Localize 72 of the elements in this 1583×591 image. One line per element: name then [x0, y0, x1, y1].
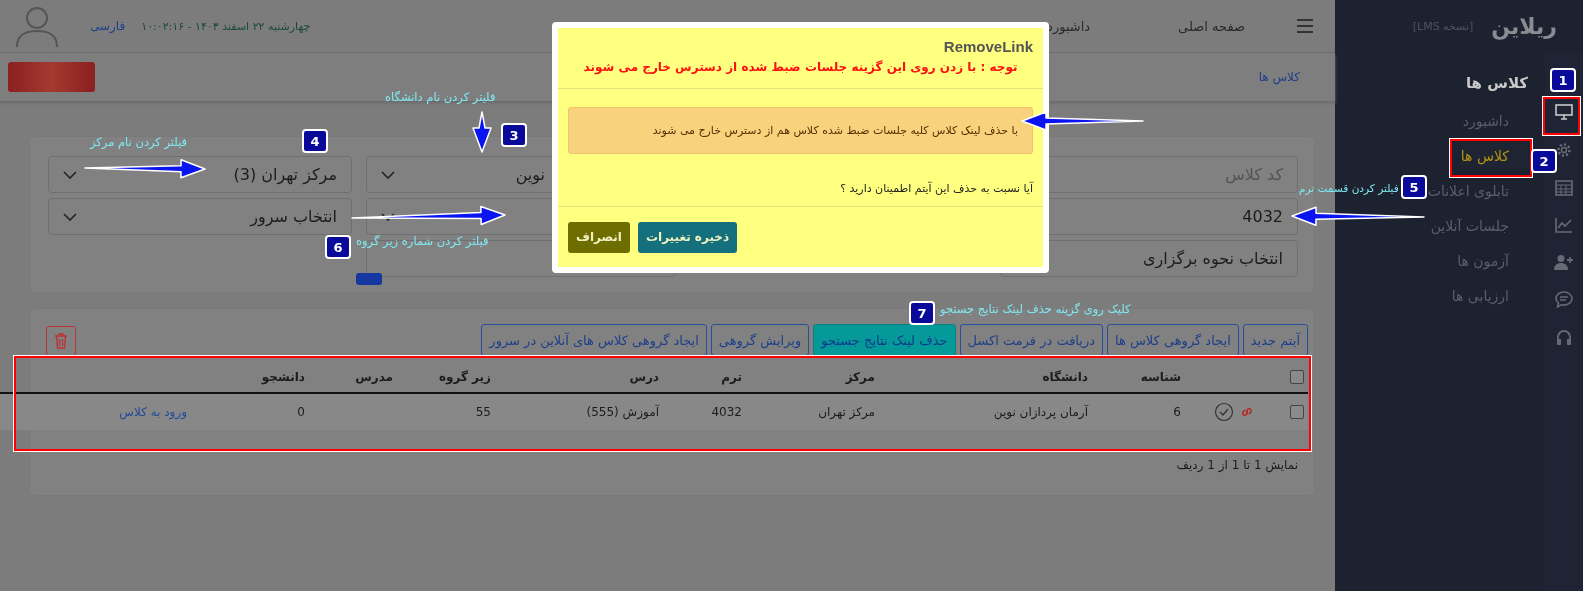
nav-link[interactable]: داشبورد: [1047, 18, 1091, 34]
breadcrumb-link[interactable]: کلاس ها: [1258, 70, 1300, 84]
step-badge: 2: [1531, 149, 1557, 173]
warning-text: توجه : با زدن روی این گزینه جلسات ضبط شده از دسترس خارج می شوند: [582, 60, 1019, 74]
toolbar-button[interactable]: ایجاد گروهی کلاس های آنلاین در سرور: [481, 324, 707, 356]
enter-class-link[interactable]: ورود به کلاس: [119, 405, 187, 419]
table-cell: 6: [1173, 405, 1181, 419]
language-link[interactable]: فارسی: [90, 19, 126, 33]
pagination-info: نمایش 1 تا 1 از 1 ردیف: [1175, 458, 1299, 472]
user-plus-icon[interactable]: [1554, 254, 1574, 270]
step-badge: 4: [302, 129, 328, 153]
table-cell: آموزش (555): [586, 405, 659, 419]
settings-icon[interactable]: [1555, 141, 1573, 159]
column-header: درس: [629, 370, 659, 384]
menu-icon[interactable]: [1297, 19, 1313, 33]
step-badge: 1: [1550, 68, 1576, 92]
toolbar-button[interactable]: ایجاد گروهی کلاس ها: [1107, 324, 1239, 356]
select-all-checkbox[interactable]: [1290, 370, 1304, 385]
callout-label: فیلتر کردن نام مرکز: [90, 135, 188, 149]
callout-label: کلیک روی گزینه حذف لینک نتایج جستجو: [940, 302, 1131, 316]
dialog-title: RemoveLink: [942, 38, 1033, 55]
row-checkbox[interactable]: [1290, 405, 1304, 420]
table-cell: 0: [297, 405, 305, 419]
menu-item[interactable]: ارزیابی ها: [1451, 281, 1528, 311]
column-header: زیر گروه: [438, 370, 491, 384]
column-header: دانشگاه: [1042, 370, 1088, 384]
step-badge: 6: [325, 235, 351, 259]
step-badge: 5: [1401, 175, 1427, 199]
menu-item[interactable]: داشبورد: [1462, 106, 1528, 136]
column-header: مرکز: [845, 370, 875, 384]
menu-item[interactable]: تابلوی اعلانات: [1427, 176, 1528, 206]
delete-button[interactable]: [46, 326, 76, 356]
callout-label: فلیتر کردن نام دانشگاه: [385, 90, 496, 104]
table-icon[interactable]: [1555, 180, 1573, 196]
column-header: ترم: [721, 370, 742, 384]
table-cell: 4032: [711, 405, 742, 419]
section-title: کلاس ها: [1464, 74, 1528, 94]
dialog-button[interactable]: انصراف: [568, 221, 630, 253]
link-icon[interactable]: [1240, 405, 1254, 419]
callout-label: فیلتر کردن شماره زیر گروه: [356, 234, 489, 248]
nav-link[interactable]: صفحه اصلی: [1178, 18, 1245, 34]
alert-message: با حذف لینک کلاس کلیه جلسات ضبط شده کلاس هم از دسترس خارج می شوند: [568, 107, 1033, 154]
chat-icon[interactable]: [1555, 291, 1573, 308]
step-badge: 7: [909, 301, 935, 325]
monitor-icon[interactable]: [1555, 104, 1573, 120]
toolbar-button[interactable]: حذف لینک نتایج جستجو: [813, 324, 956, 356]
select-field[interactable]: انتخاب سرور: [48, 198, 352, 235]
menu-item[interactable]: آزمون ها: [1457, 246, 1528, 276]
toolbar-button[interactable]: دریافت در فرمت اکسل: [959, 324, 1103, 356]
step-badge: 3: [501, 123, 527, 147]
menu-item[interactable]: جلسات آنلاین: [1430, 211, 1528, 241]
chevron-icon: [63, 170, 77, 179]
toolbar-button[interactable]: ویرایش گروهی: [710, 324, 810, 356]
chevron-icon: [63, 212, 77, 221]
highlight-frame: [1543, 97, 1580, 135]
column-header: شناسه: [1140, 370, 1181, 384]
table-cell: مرکز تهران: [818, 405, 875, 419]
avatar-icon[interactable]: [14, 4, 60, 48]
table-cell: آرمان پردازان نوین: [993, 405, 1088, 419]
table-cell: 55: [475, 405, 491, 419]
chevron-icon: [381, 170, 395, 179]
headset-icon[interactable]: [1556, 329, 1572, 347]
column-header: مدرس: [355, 370, 393, 384]
chart-icon[interactable]: [1555, 217, 1573, 233]
dialog-button[interactable]: ذخیره تغییرات: [637, 221, 738, 253]
brand-logo[interactable]: ریلاین: [1491, 13, 1557, 39]
toolbar-button[interactable]: آیتم جدید: [1242, 324, 1308, 356]
select-field[interactable]: مرکز تهران (3): [48, 156, 352, 193]
column-header: دانشجو: [261, 370, 305, 384]
check-circle-icon[interactable]: [1214, 402, 1234, 422]
trash-icon: [54, 333, 68, 349]
date-time: چهارشنبه ۲۲ اسفند ۱۴۰۳ - ۱۰:۰۲:۱۶: [141, 19, 311, 33]
